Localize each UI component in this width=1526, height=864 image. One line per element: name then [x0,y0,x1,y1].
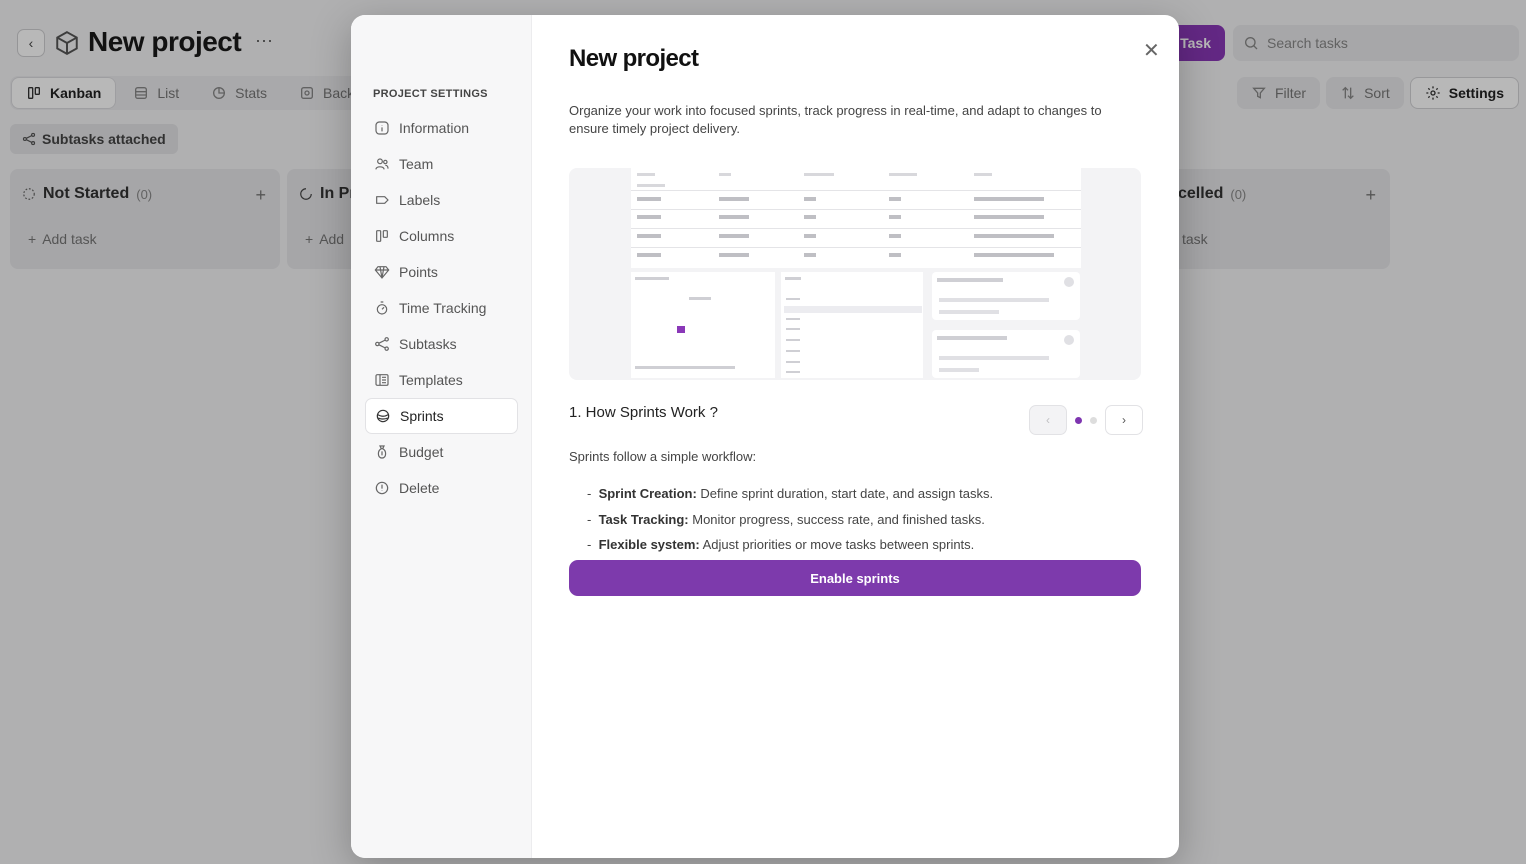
settings-sidebar: PROJECT SETTINGS Information Team Labels… [351,15,532,858]
bullet-heading: Task Tracking: [598,511,689,527]
sidebar-item-label: Delete [399,480,440,496]
sidebar-item-sprints[interactable]: Sprints [365,398,518,434]
bullet-text: Monitor progress, success rate, and fini… [688,511,985,527]
enable-sprints-button[interactable]: Enable sprints [569,560,1141,596]
sidebar-item-templates[interactable]: Templates [365,362,518,398]
sidebar-item-label: Templates [399,372,463,388]
chevron-right-icon: › [1122,413,1126,427]
list-item: - Task Tracking: Monitor progress, succe… [587,511,985,527]
slide-dot[interactable] [1090,416,1097,424]
section-title: 1. How Sprints Work ? [569,404,718,421]
bullet-text: Adjust priorities or move tasks between … [699,537,975,552]
sidebar-item-subtasks[interactable]: Subtasks [365,326,518,362]
sidebar-item-label: Subtasks [399,336,457,352]
info-icon [375,121,389,135]
workflow-intro: Sprints follow a simple workflow: [569,449,757,464]
delete-icon [375,481,389,495]
chevron-left-icon: ‹ [1046,413,1050,427]
team-icon [375,158,389,170]
sprints-preview-illustration [631,168,1081,378]
project-settings-modal: PROJECT SETTINGS Information Team Labels… [351,15,1179,858]
template-icon [375,374,389,386]
sprints-preview-image [569,168,1141,380]
next-slide-button[interactable]: › [1105,405,1143,435]
modal-title: New project [569,45,699,72]
sidebar-item-label: Information [399,120,470,136]
sidebar-item-label: Budget [399,444,444,460]
budget-icon [377,445,387,459]
sidebar-item-points[interactable]: Points [365,254,518,290]
carousel-pager: ‹ › [1029,405,1143,435]
sidebar-item-labels[interactable]: Labels [365,182,518,218]
sprints-description: Organize your work into focused sprints,… [569,103,1102,136]
sidebar-item-label: Team [399,156,434,172]
bullet-heading: Flexible system: [598,537,700,552]
sidebar-item-information[interactable]: Information [365,110,518,146]
label-icon [376,196,389,204]
sidebar-item-delete[interactable]: Delete [365,470,518,506]
list-item: - Flexible system: Adjust priorities or … [587,537,975,552]
diamond-icon [374,266,390,279]
bullet-heading: Sprint Creation: [598,486,697,501]
slide-dot-active[interactable] [1075,416,1082,424]
sidebar-list: Information Team Labels Columns Points T… [365,110,518,506]
list-item: - Sprint Creation: Define sprint duratio… [587,486,994,501]
bullet-text: Define sprint duration, start date, and … [696,486,994,501]
sidebar-item-team[interactable]: Team [365,146,518,182]
sidebar-item-label: Points [399,264,438,280]
sidebar-item-budget[interactable]: Budget [365,434,518,470]
sidebar-item-label: Time Tracking [399,300,487,316]
close-icon[interactable]: ✕ [1143,41,1161,61]
sidebar-item-columns[interactable]: Columns [365,218,518,254]
subtasks-icon [375,337,389,351]
columns-icon [376,230,388,242]
workflow-list: - Sprint Creation: Define sprint duratio… [587,481,993,558]
sidebar-item-time-tracking[interactable]: Time Tracking [365,290,518,326]
stopwatch-icon [376,301,388,315]
sprint-icon [376,409,390,423]
sidebar-heading: PROJECT SETTINGS [373,88,488,100]
sidebar-item-label: Labels [399,192,441,208]
sidebar-item-label: Sprints [400,408,444,424]
prev-slide-button[interactable]: ‹ [1029,405,1067,435]
sidebar-item-label: Columns [399,228,455,244]
